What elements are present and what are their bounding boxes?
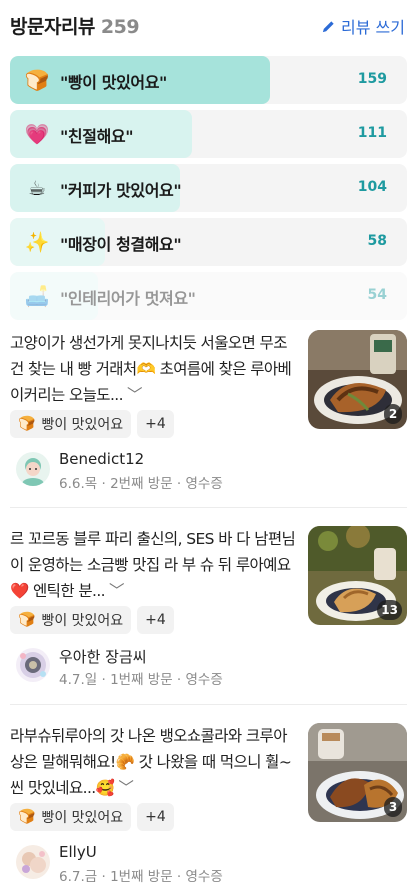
review-header: 방문자리뷰 259 리뷰 쓰기	[10, 12, 405, 38]
keyword-bar-coffee: ☕ "커피가 맛있어요" 104	[10, 164, 407, 212]
keyword-bar-interior: 🛋️ "인테리어가 멋져요" 54	[10, 272, 407, 320]
review-text-body: 르 꼬르동 블루 파리 출신의, SES 바 다 남편님이 운영하는 소금빵 맛…	[10, 530, 296, 600]
author-name: 우아한 장금씨	[59, 648, 147, 666]
expand-chevron-icon[interactable]: ﹀	[118, 779, 134, 797]
visit-count: 1번째 방문	[110, 869, 173, 885]
review-tags: 🍞 빵이 맛있어요 +4	[10, 410, 174, 438]
review-text[interactable]: 르 꼬르동 블루 파리 출신의, SES 바 다 남편님이 운영하는 소금빵 맛…	[10, 526, 296, 604]
keyword-count: 104	[357, 179, 387, 195]
photo-count-badge: 2	[384, 404, 402, 424]
avatar	[16, 845, 50, 879]
visit-count: 1번째 방문	[110, 672, 173, 688]
keyword-tag-label: 빵이 맛있어요	[41, 613, 124, 629]
expand-chevron-icon[interactable]: ﹀	[109, 582, 125, 600]
keyword-bar-kind: 💗 "친절해요" 111	[10, 110, 407, 158]
keyword-label: "인테리어가 멋져요"	[60, 289, 196, 308]
bread-icon: 🍞	[18, 416, 36, 432]
review-item: 라부슈뒤루아의 갓 나온 뱅오쇼콜라와 크루아상은 말해뭐해요!🥐 갓 나왔을 …	[10, 723, 407, 885]
avatar	[16, 452, 50, 486]
keyword-bar-clean: ✨ "매장이 청결해요" 58	[10, 218, 407, 266]
keyword-count: 111	[357, 125, 387, 141]
review-text-body: 고양이가 생선가게 못지나치듯 서울오면 무조건 찾는 내 빵 거래처🫶 초여름…	[10, 334, 292, 404]
keyword-stats: 🍞 "빵이 맛있어요" 159 💗 "친절해요" 111 ☕ "커피가 맛있어요…	[10, 56, 407, 326]
more-tags-button[interactable]: +4	[137, 606, 174, 634]
coffee-icon: ☕	[28, 176, 46, 200]
more-tags-button[interactable]: +4	[137, 803, 174, 831]
more-tags-button[interactable]: +4	[137, 410, 174, 438]
review-photo[interactable]: 3	[308, 723, 407, 822]
avatar	[16, 648, 50, 682]
pencil-icon	[322, 20, 334, 32]
sparkles-icon: ✨	[24, 230, 50, 254]
review-item: 고양이가 생선가게 못지나치듯 서울오면 무조건 찾는 내 빵 거래처🫶 초여름…	[10, 330, 407, 492]
review-author[interactable]: 우아한 장금씨 4.7.일 · 1번째 방문 · 영수증	[10, 644, 310, 688]
keyword-label: "커피가 맛있어요"	[60, 181, 182, 200]
more-tags-label: +4	[145, 612, 166, 628]
keyword-tag[interactable]: 🍞 빵이 맛있어요	[10, 410, 132, 438]
review-tags: 🍞 빵이 맛있어요 +4	[10, 606, 174, 634]
keyword-tag[interactable]: 🍞 빵이 맛있어요	[10, 606, 132, 634]
review-meta: 4.7.일 · 1번째 방문 · 영수증	[59, 672, 223, 688]
keyword-count: 54	[367, 287, 387, 303]
review-author[interactable]: EllyU 6.7.금 · 1번째 방문 · 영수증	[10, 841, 310, 885]
visit-count: 2번째 방문	[110, 476, 173, 492]
photo-count-badge: 3	[384, 797, 402, 817]
section-title-text: 방문자리뷰	[10, 16, 95, 38]
keyword-tag[interactable]: 🍞 빵이 맛있어요	[10, 803, 132, 831]
sofa-icon: 🛋️	[24, 284, 50, 308]
proof-type: 영수증	[185, 869, 223, 885]
author-name: Benedict12	[59, 450, 145, 468]
visit-date: 6.6.목	[59, 476, 98, 492]
review-item: 르 꼬르동 블루 파리 출신의, SES 바 다 남편님이 운영하는 소금빵 맛…	[10, 526, 407, 688]
proof-type: 영수증	[185, 672, 223, 688]
bread-icon: 🍞	[18, 612, 36, 628]
review-photo[interactable]: 13	[308, 526, 407, 625]
review-author[interactable]: Benedict12 6.6.목 · 2번째 방문 · 영수증	[10, 448, 310, 492]
visit-date: 6.7.금	[59, 869, 98, 885]
bread-icon: 🍞	[24, 68, 50, 92]
review-tags: 🍞 빵이 맛있어요 +4	[10, 803, 174, 831]
keyword-bar-bread: 🍞 "빵이 맛있어요" 159	[10, 56, 407, 104]
divider	[10, 507, 407, 508]
keyword-label: "빵이 맛있어요"	[60, 73, 167, 92]
review-meta: 6.7.금 · 1번째 방문 · 영수증	[59, 869, 223, 885]
write-review-label: 리뷰 쓰기	[341, 18, 405, 37]
keyword-tag-label: 빵이 맛있어요	[41, 417, 124, 433]
more-tags-label: +4	[145, 416, 166, 432]
expand-chevron-icon[interactable]: ﹀	[127, 386, 143, 404]
author-name: EllyU	[59, 843, 97, 861]
more-tags-label: +4	[145, 809, 166, 825]
keyword-label: "친절해요"	[60, 127, 134, 146]
keyword-count: 159	[357, 71, 387, 87]
review-meta: 6.6.목 · 2번째 방문 · 영수증	[59, 476, 223, 492]
keyword-label: "매장이 청결해요"	[60, 235, 182, 254]
visit-date: 4.7.일	[59, 672, 98, 688]
section-title: 방문자리뷰 259	[10, 12, 140, 39]
divider	[10, 704, 407, 705]
review-text[interactable]: 고양이가 생선가게 못지나치듯 서울오면 무조건 찾는 내 빵 거래처🫶 초여름…	[10, 330, 296, 408]
photo-count-badge: 13	[377, 600, 402, 620]
keyword-count: 58	[367, 233, 387, 249]
review-photo[interactable]: 2	[308, 330, 407, 429]
review-text-body: 라부슈뒤루아의 갓 나온 뱅오쇼콜라와 크루아상은 말해뭐해요!🥐 갓 나왔을 …	[10, 727, 292, 797]
bread-icon: 🍞	[18, 809, 36, 825]
review-text[interactable]: 라부슈뒤루아의 갓 나온 뱅오쇼콜라와 크루아상은 말해뭐해요!🥐 갓 나왔을 …	[10, 723, 296, 801]
review-count: 259	[100, 16, 140, 38]
heart-icon: 💗	[24, 122, 50, 146]
keyword-tag-label: 빵이 맛있어요	[41, 810, 124, 826]
write-review-button[interactable]: 리뷰 쓰기	[321, 14, 405, 38]
proof-type: 영수증	[185, 476, 223, 492]
